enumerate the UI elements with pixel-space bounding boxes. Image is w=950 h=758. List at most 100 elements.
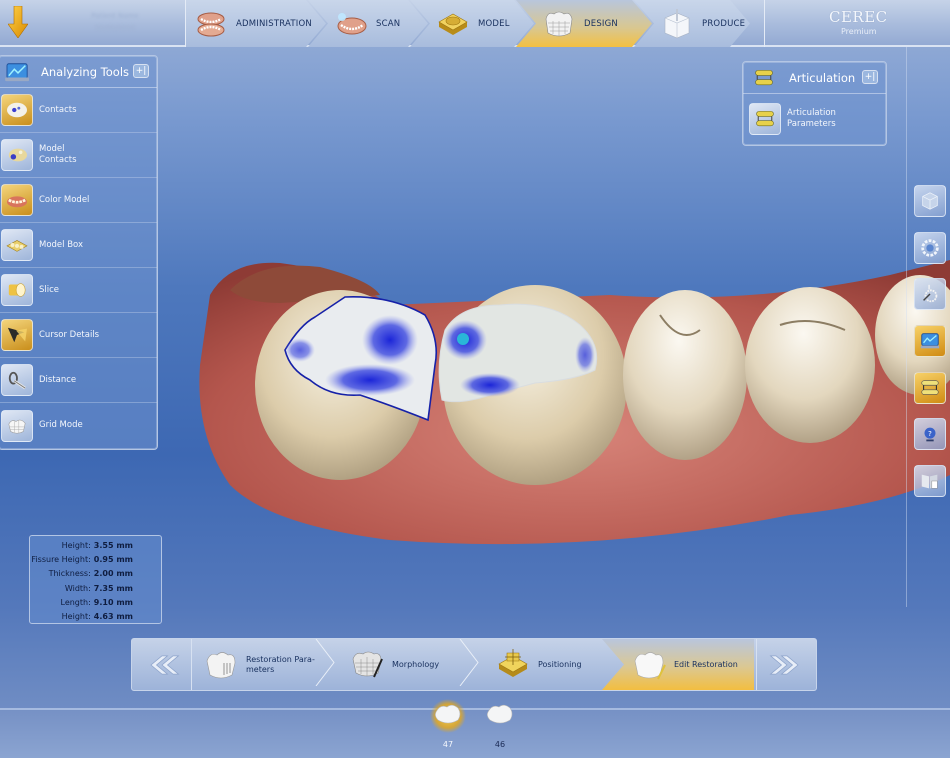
analyzing-tools-icon — [920, 333, 940, 349]
morphology-icon — [352, 651, 383, 677]
tool-articulation-parameters[interactable]: Articulation Parameters — [743, 94, 886, 144]
patient-date: 00/00/0000 — [94, 24, 136, 32]
phase-separator — [315, 639, 335, 686]
tool-model-contacts[interactable]: Model Contacts — [0, 133, 157, 178]
tool-slice[interactable]: Slice — [0, 268, 157, 313]
phase-label: Positioning — [538, 659, 582, 669]
patient-name: Patient Name — [91, 12, 139, 20]
tooth-46-button[interactable]: 46 — [480, 698, 520, 749]
pin-button[interactable]: +| — [862, 70, 878, 84]
crown-design-icon — [542, 9, 576, 39]
color-model-icon — [1, 184, 33, 216]
help-button[interactable]: ? — [914, 418, 946, 451]
right-divider — [906, 47, 907, 607]
step-model[interactable]: MODEL — [410, 0, 534, 47]
articulation-parameters-icon — [749, 103, 781, 135]
measurement-row: Height: 3.55 mm — [30, 539, 133, 553]
measurement-label: Length: — [60, 597, 91, 607]
distance-icon — [1, 364, 33, 396]
measurement-row: Thickness: 2.00 mm — [30, 567, 133, 581]
tooth-number: 46 — [494, 740, 506, 749]
tool-label: Model Box — [39, 239, 84, 250]
measurement-value: 0.95 mm — [93, 555, 133, 565]
restoration-params-icon — [206, 651, 236, 678]
phase-label: Edit Restoration — [674, 659, 738, 669]
measurement-value: 4.63 mm — [93, 612, 133, 622]
tool-label-line2: Contacts — [39, 155, 77, 165]
workflow-steps: ADMINISTRATION SCAN MODEL DESIGN PRODUCE — [186, 0, 764, 47]
step-design[interactable]: DESIGN — [516, 0, 652, 47]
phase-label-line1: Restoration Para- — [246, 654, 315, 664]
positioning-icon — [498, 648, 528, 677]
tool-color-model[interactable]: Color Model — [0, 178, 157, 223]
phase-positioning[interactable]: Positioning — [480, 639, 624, 690]
brand-edition: Premium — [841, 27, 877, 36]
measurement-label: Height: — [61, 612, 91, 622]
panel-title: Analyzing Tools — [41, 64, 130, 79]
measurement-label: Width: — [64, 583, 91, 593]
tooth-icon — [487, 704, 513, 724]
double-chevron-right-icon — [768, 654, 799, 675]
step-label: PRODUCE — [702, 18, 746, 29]
pin-button[interactable]: +| — [133, 64, 149, 78]
cursor-details-icon — [1, 319, 33, 351]
tooth-45 — [623, 290, 747, 460]
tool-distance[interactable]: Distance — [0, 358, 157, 403]
step-administration[interactable]: ADMINISTRATION — [186, 0, 326, 47]
slice-icon — [1, 274, 33, 306]
tool-label: Articulation Parameters — [787, 108, 836, 129]
tooth-icon — [430, 699, 466, 733]
measurement-value: 2.00 mm — [93, 569, 133, 579]
tooth-47-button[interactable]: 47 — [428, 698, 468, 749]
edit-restoration-icon — [634, 651, 666, 679]
rotate-view-button[interactable] — [914, 231, 946, 264]
tool-grid-mode[interactable]: Grid Mode — [0, 403, 157, 448]
scan-jaw-icon — [334, 9, 368, 39]
phase-label: Restoration Para-meters — [246, 655, 315, 675]
phase-separator — [459, 639, 479, 686]
settings-tools-button[interactable] — [914, 278, 946, 311]
tool-cursor-details[interactable]: Cursor Details — [0, 313, 157, 358]
measurement-value: 7.35 mm — [93, 583, 133, 593]
milling-icon — [660, 9, 694, 39]
step-label: DESIGN — [584, 18, 618, 29]
articulation-toggle[interactable] — [914, 371, 946, 404]
settings-tools-icon — [923, 285, 938, 303]
measurement-label: Height: — [61, 541, 91, 550]
manual-icon — [921, 474, 938, 489]
patient-info: Patient Name 00/00/0000 — [70, 10, 160, 36]
measurement-label: Thickness: — [48, 569, 91, 579]
svg-text:?: ? — [928, 429, 932, 438]
design-phase-bar: Restoration Para-meters Morphology Posit… — [131, 638, 817, 691]
articulation-panel: Articulation +| Articulation Parameters — [742, 61, 887, 146]
previous-phase-button[interactable] — [132, 639, 192, 690]
analyzing-tools-panel: Analyzing Tools +| Contacts Model Contact… — [0, 55, 158, 450]
view-cube-icon — [922, 192, 938, 210]
phase-restoration-parameters[interactable]: Restoration Para-meters — [192, 639, 336, 690]
double-chevron-left-icon — [149, 654, 180, 675]
step-label: MODEL — [478, 18, 510, 29]
phase-edit-restoration[interactable]: Edit Restoration — [602, 639, 754, 690]
download-arrow-icon[interactable] — [8, 6, 28, 38]
view-cube-button[interactable] — [914, 185, 946, 217]
measurement-row: Height: 4.63 mm — [30, 610, 133, 624]
analyzing-tools-icon — [5, 62, 30, 81]
rotate-view-icon — [921, 238, 939, 257]
help-icon: ? — [924, 428, 936, 442]
articulator-icon — [755, 69, 773, 85]
step-scan[interactable]: SCAN — [308, 0, 428, 47]
model-box-icon — [1, 229, 33, 261]
measurement-value: 3.55 mm — [93, 541, 133, 550]
phase-morphology[interactable]: Morphology — [336, 639, 480, 690]
next-phase-button[interactable] — [756, 639, 816, 690]
tool-contacts[interactable]: Contacts — [0, 88, 157, 133]
measurement-panel: Height: 3.55 mm Fissure Height: 0.95 mm Th… — [29, 535, 162, 624]
step-label: SCAN — [376, 18, 401, 29]
tool-model-box[interactable]: Model Box — [0, 223, 157, 268]
dental-3d-viewport[interactable] — [190, 255, 950, 555]
analyzing-tools-toggle[interactable] — [914, 325, 946, 358]
measurement-row: Width: 7.35 mm — [30, 582, 133, 596]
tool-label: Distance — [39, 374, 77, 385]
brand-name: CEREC — [829, 8, 888, 26]
manual-button[interactable] — [914, 465, 946, 498]
